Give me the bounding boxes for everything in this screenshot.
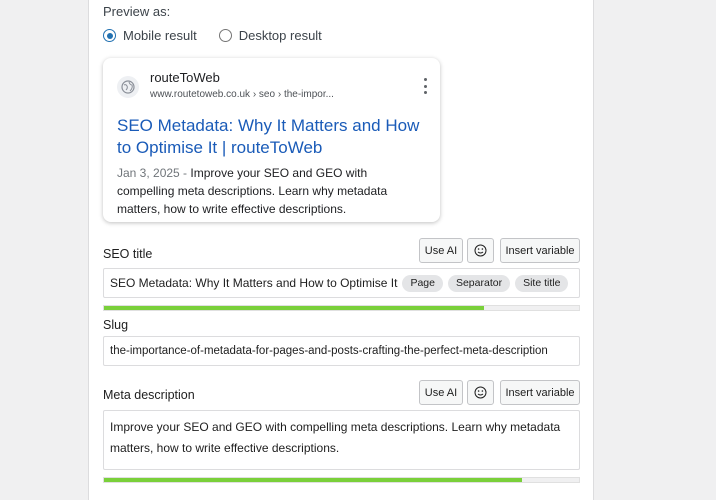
serp-title: SEO Metadata: Why It Matters and How to … [117, 116, 420, 157]
slug-label: Slug [103, 318, 129, 332]
seo-title-input[interactable]: SEO Metadata: Why It Matters and How to … [103, 268, 580, 298]
desktop-result-radio[interactable] [218, 29, 232, 42]
seo-title-emoji-button[interactable] [467, 238, 494, 263]
serp-date-separator: - [179, 166, 191, 180]
serp-date: Jan 3, 2025 [117, 166, 180, 180]
meta-description-emoji-button[interactable] [467, 380, 494, 405]
seo-title-use-ai-button[interactable]: Use AI [419, 238, 463, 263]
preview-as-label: Preview as: [103, 4, 171, 19]
seo-title-progress-fill [104, 306, 484, 310]
variable-pill-page[interactable]: Page [402, 274, 443, 292]
variable-pill-site-title[interactable]: Site title [515, 274, 569, 292]
desktop-result-label[interactable]: Desktop result [239, 28, 322, 43]
meta-description-insert-variable-button[interactable]: Insert variable [500, 380, 580, 405]
emoji-icon [474, 244, 487, 257]
snippet-editor-panel: Preview as: Mobile result Desktop result… [88, 0, 594, 500]
meta-description-length-progress [103, 477, 580, 483]
seo-title-label: SEO title [103, 247, 153, 261]
meta-description-progress-fill [104, 478, 522, 482]
meta-description-label: Meta description [103, 388, 195, 402]
slug-input[interactable]: the-importance-of-metadata-for-pages-and… [103, 336, 580, 366]
more-vertical-icon[interactable] [422, 78, 428, 94]
serp-site-name: routeToWeb [150, 70, 220, 85]
meta-description-textarea[interactable]: Improve your SEO and GEO with compelling… [103, 410, 580, 470]
google-preview-card: routeToWeb www.routetoweb.co.uk › seo › … [103, 58, 440, 222]
meta-description-use-ai-button[interactable]: Use AI [419, 380, 463, 405]
seo-title-insert-variable-button[interactable]: Insert variable [500, 238, 580, 263]
serp-url: www.routetoweb.co.uk › seo › the-impor..… [150, 89, 334, 100]
slug-value: the-importance-of-metadata-for-pages-and… [110, 345, 548, 357]
emoji-icon [474, 386, 487, 399]
meta-description-value: Improve your SEO and GEO with compelling… [110, 420, 561, 455]
mobile-result-label[interactable]: Mobile result [123, 28, 197, 43]
globe-icon [117, 76, 139, 98]
variable-pill-separator[interactable]: Separator [447, 274, 511, 292]
seo-title-length-progress [103, 305, 580, 311]
preview-mode-radio-group: Mobile result Desktop result [103, 28, 344, 43]
seo-title-value: SEO Metadata: Why It Matters and How to … [110, 276, 398, 290]
mobile-result-radio[interactable] [103, 29, 116, 42]
serp-description-block: Jan 3, 2025 - Improve your SEO and GEO w… [117, 164, 422, 218]
